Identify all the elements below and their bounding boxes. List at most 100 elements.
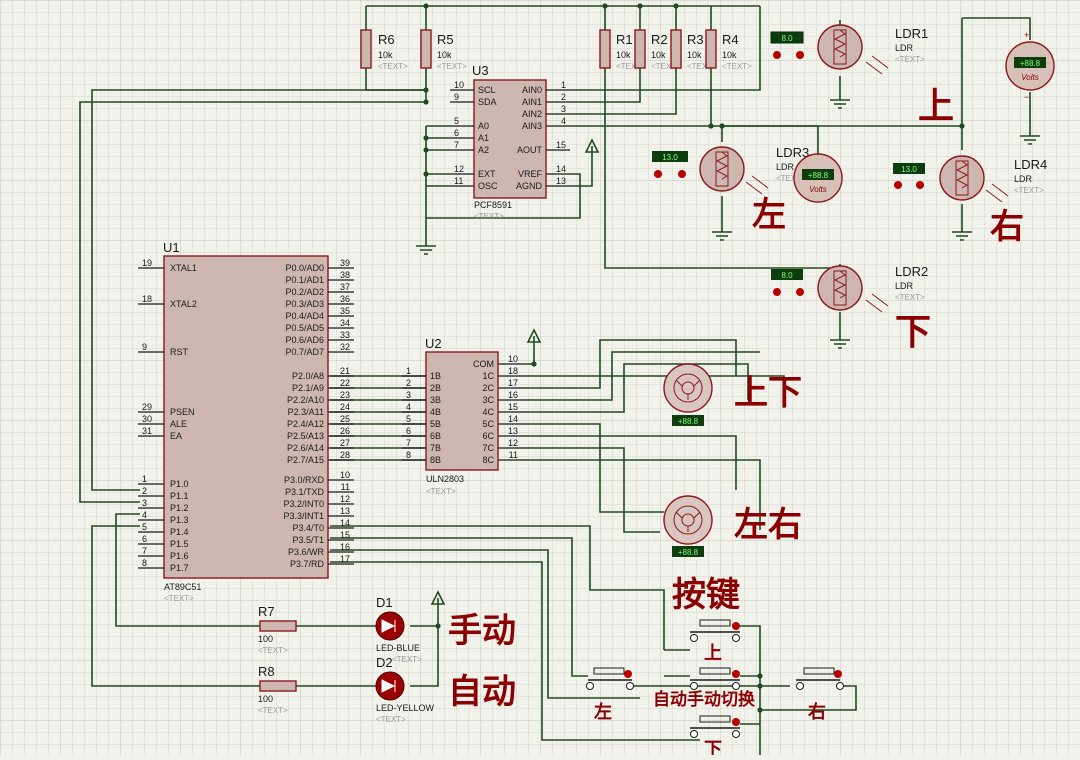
pin-number: 35	[340, 306, 350, 316]
led-ref: D2	[376, 655, 393, 670]
pin-number: 23	[340, 390, 350, 400]
pin-name: 6C	[482, 431, 494, 441]
pin-number: 13	[556, 176, 566, 186]
pin-name: P1.1	[170, 491, 189, 501]
pin-number: 12	[508, 438, 518, 448]
pin-name: P0.0/AD0	[285, 263, 324, 273]
resistor-value: 100	[258, 694, 273, 704]
pin-name: 3B	[430, 395, 441, 405]
pin-number: 33	[340, 330, 350, 340]
pin-number: 2	[561, 92, 566, 102]
pin-number: 8	[142, 558, 147, 568]
pin-number: 11	[509, 450, 518, 460]
pin-name: PSEN	[170, 407, 195, 417]
text-placeholder: <TEXT>	[474, 212, 504, 221]
ldr-type: LDR	[1014, 174, 1033, 184]
label-auto: 自动	[448, 672, 516, 712]
svg-text:−: −	[1024, 92, 1029, 102]
pin-number: 11	[454, 176, 463, 186]
pin-name: P3.2/INT0	[283, 499, 324, 509]
label-button-down: 下	[704, 739, 722, 755]
pin-name: AIN2	[522, 109, 542, 119]
pin-number: 1	[561, 80, 566, 90]
pin-name: P1.4	[170, 527, 189, 537]
label-right: 右	[990, 207, 1024, 247]
pin-number: 18	[142, 294, 152, 304]
pin-number: 6	[142, 534, 147, 544]
pin-number: 11	[341, 482, 350, 492]
resistor-value: 10k	[687, 50, 702, 60]
resistor-value: 10k	[616, 50, 631, 60]
pin-name: AOUT	[517, 145, 543, 155]
voltmeter-2[interactable]: +88.8 Volts	[793, 153, 843, 203]
pin-name: P2.4/A12	[287, 419, 324, 429]
pin-number: 16	[340, 542, 350, 552]
resistor-ref: R1	[616, 32, 633, 47]
pin-number: 4	[142, 510, 147, 520]
pin-name: RST	[170, 347, 189, 357]
pin-name: A0	[478, 121, 489, 131]
pin-name: 7B	[430, 443, 441, 453]
pin-name: A1	[478, 133, 489, 143]
voltmeter-reading: +88.8	[1020, 59, 1041, 68]
text-placeholder: <TEXT>	[426, 487, 456, 496]
pin-name: AGND	[516, 181, 543, 191]
label-updown-motor: 上下	[734, 373, 802, 413]
pin-number: 22	[340, 378, 350, 388]
ldr-ref: LDR2	[895, 264, 928, 279]
pin-name: P3.7/RD	[290, 559, 325, 569]
label-button-switch: 自动手动切换	[653, 689, 756, 710]
ldr-meter: 13.0	[901, 165, 917, 174]
voltmeter-unit: Volts	[809, 185, 827, 194]
pin-name: COM	[473, 359, 494, 369]
pin-name: AIN1	[522, 97, 542, 107]
pin-number: 7	[454, 140, 459, 150]
pin-name: P2.1/A9	[292, 383, 324, 393]
pin-name: P0.3/AD3	[285, 299, 324, 309]
label-left: 左	[752, 195, 786, 235]
pin-number: 10	[340, 470, 350, 480]
pin-name: P0.4/AD4	[285, 311, 324, 321]
pin-name: AIN0	[522, 85, 542, 95]
pin-name: P0.2/AD2	[285, 287, 324, 297]
pin-name: ALE	[170, 419, 187, 429]
resistor-value: 10k	[437, 50, 452, 60]
pin-number: 3	[561, 104, 566, 114]
ic-part: PCF8591	[474, 200, 512, 210]
ldr-ref: LDR4	[1014, 157, 1047, 172]
pin-number: 12	[340, 494, 350, 504]
resistor-ref: R3	[687, 32, 704, 47]
pin-name: 5C	[482, 419, 494, 429]
pin-number: 5	[406, 414, 411, 424]
resistor-ref: R5	[437, 32, 454, 47]
pin-number: 1	[406, 366, 411, 376]
pin-number: 5	[142, 522, 147, 532]
pin-number: 14	[340, 518, 350, 528]
ic-ref: U2	[425, 336, 442, 351]
schematic-canvas[interactable]: R6 10k <TEXT> R5 10k <TEXT> R1 10k <TEXT…	[0, 0, 1080, 760]
resistor-value: 100	[258, 634, 273, 644]
pin-number: 12	[454, 164, 464, 174]
resistor-ref: R4	[722, 32, 739, 47]
pin-name: 8B	[430, 455, 441, 465]
resistor-ref: R6	[378, 32, 395, 47]
pin-number: 6	[406, 426, 411, 436]
pin-number: 8	[406, 450, 411, 460]
resistor-ref: R2	[651, 32, 668, 47]
pin-name: P1.7	[170, 563, 189, 573]
pin-number: 31	[142, 426, 152, 436]
ic-u1-at89c51[interactable]: U1 AT89C51 <TEXT> 19 XTAL118 XTAL29 RST29 PS…	[138, 240, 354, 603]
pin-name: P1.2	[170, 503, 189, 513]
ic-part: ULN2803	[426, 474, 464, 484]
pin-name: XTAL2	[170, 299, 197, 309]
label-button-left: 左	[594, 701, 612, 723]
pin-name: AIN3	[522, 121, 542, 131]
pin-name: 3C	[482, 395, 494, 405]
pin-number: 13	[340, 506, 350, 516]
pin-name: OSC	[478, 181, 498, 191]
pin-name: P2.2/A10	[287, 395, 324, 405]
pin-number: 3	[142, 498, 147, 508]
ldr-meter: 13.0	[662, 153, 678, 162]
label-up: 上	[918, 86, 954, 127]
text-placeholder: <TEXT>	[258, 706, 288, 715]
